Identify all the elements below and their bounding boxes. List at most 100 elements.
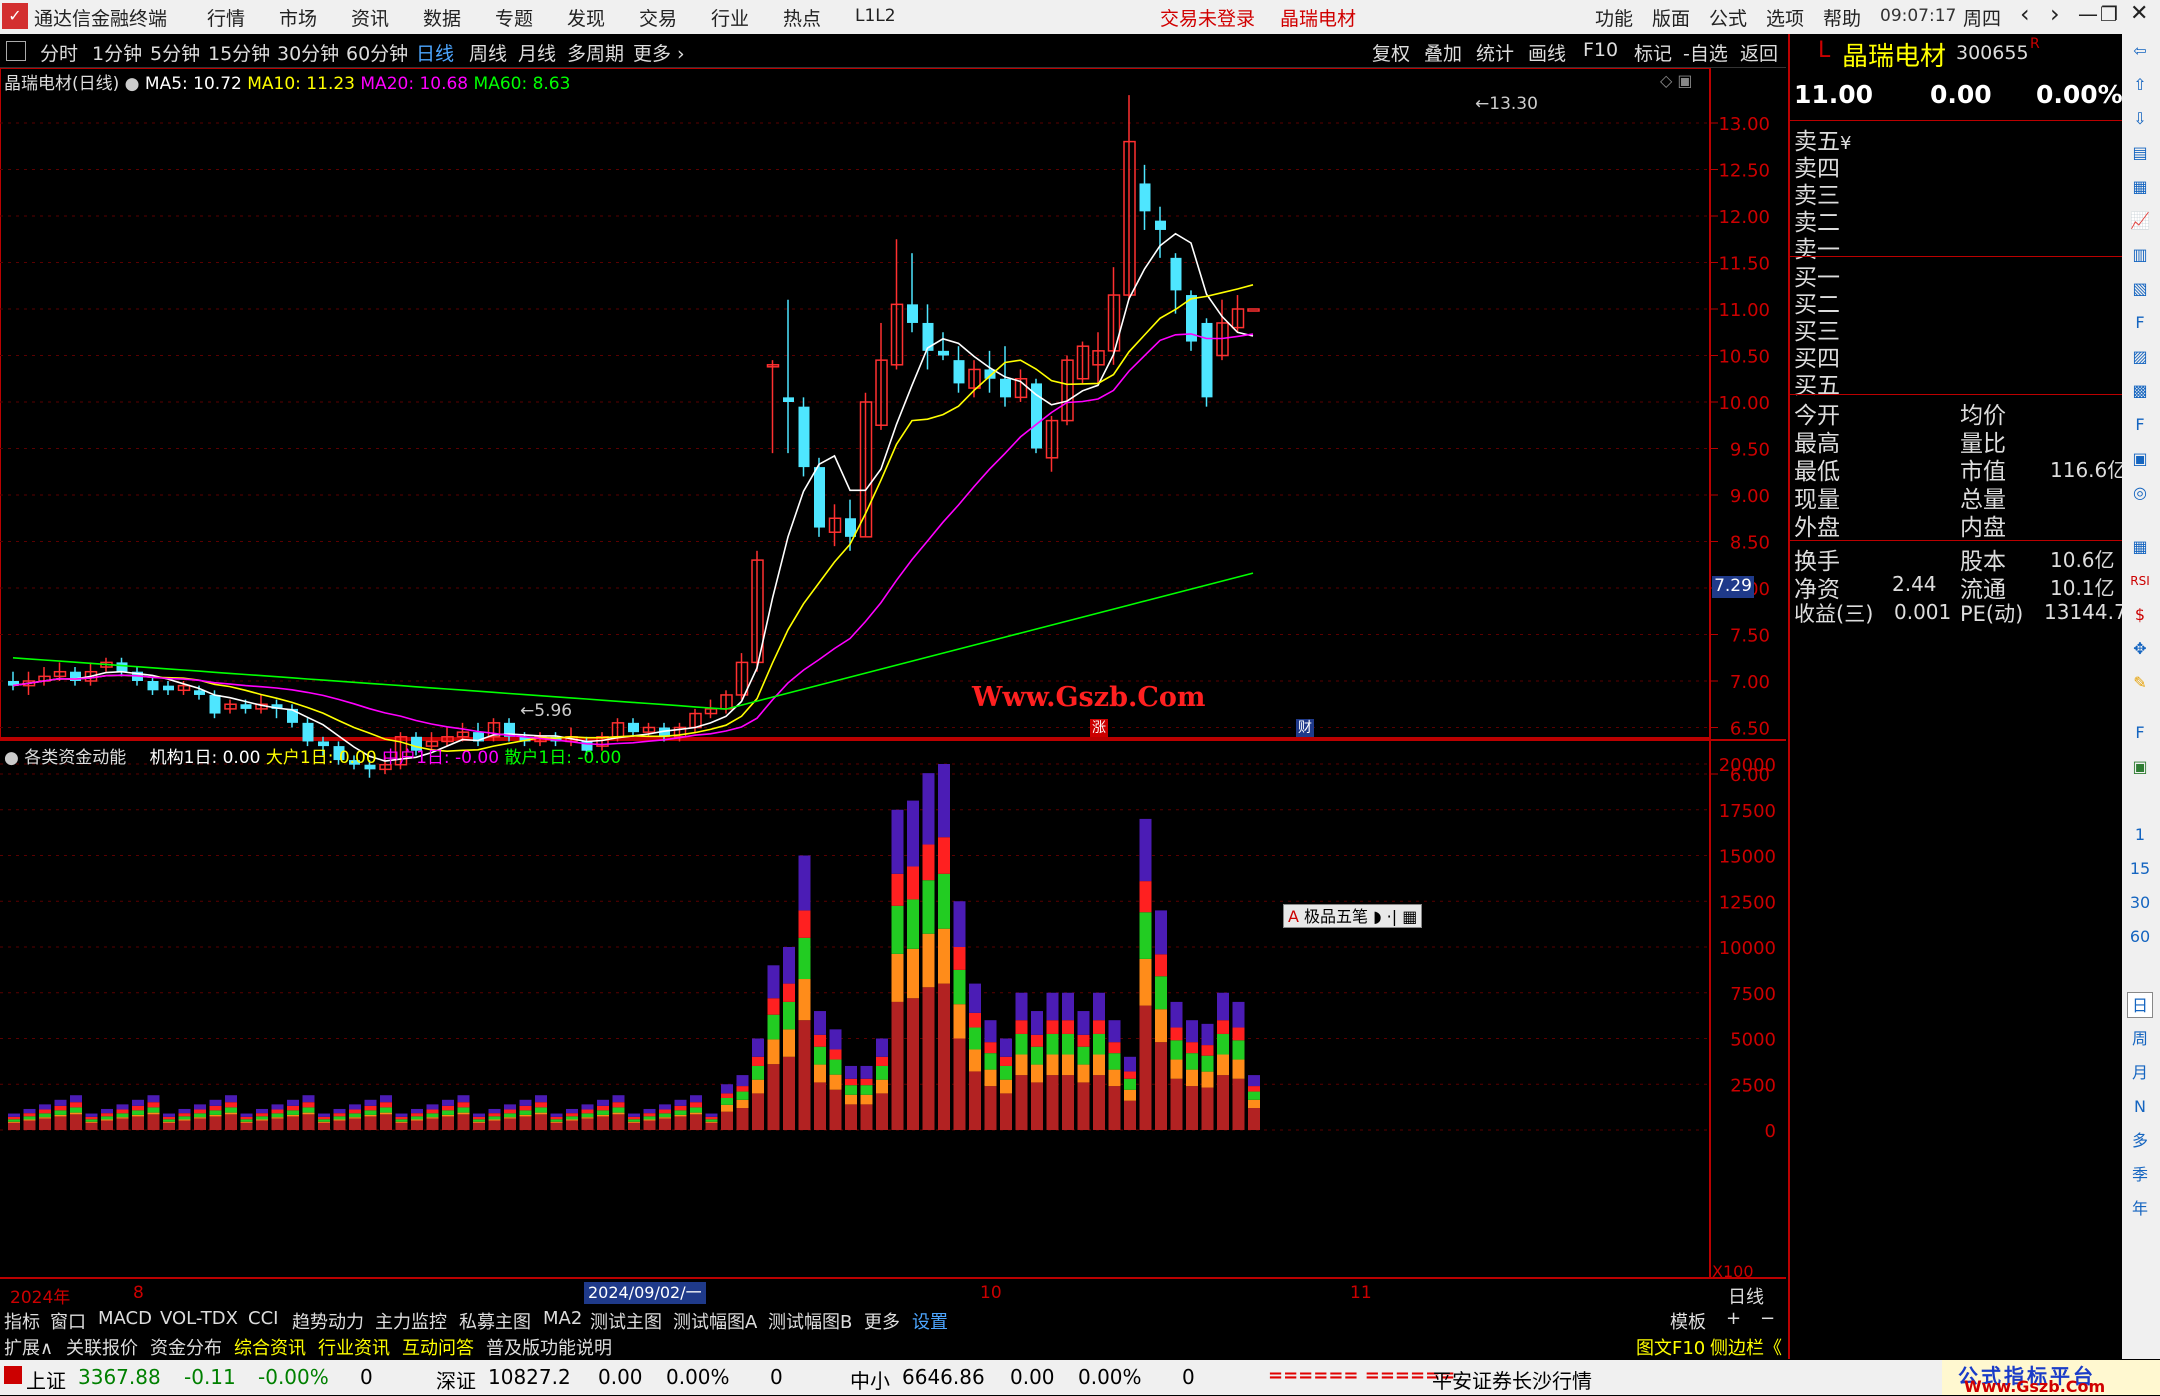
table-icon[interactable]: ▦ (2127, 174, 2153, 200)
ind-tab-5[interactable]: 趋势动力 (292, 1308, 364, 1334)
ind-tab-4[interactable]: CCI (248, 1308, 278, 1329)
period-2[interactable]: 5分钟 (150, 39, 200, 66)
down-arrow-icon[interactable]: ⇩ (2127, 106, 2153, 132)
bag-icon[interactable]: ▣ (2127, 446, 2153, 472)
f10-icon[interactable]: F (2127, 310, 2153, 336)
menu-item-9[interactable]: L1L2 (855, 6, 896, 26)
tool-3[interactable]: 画线 (1528, 39, 1566, 66)
period-3[interactable]: 15分钟 (208, 39, 270, 66)
tool-1[interactable]: 叠加 (1424, 39, 1462, 66)
period-4[interactable]: 30分钟 (277, 39, 339, 66)
side-period-quarter[interactable]: 季 (2127, 1162, 2153, 1188)
btab-3[interactable]: 综合资讯 (234, 1334, 306, 1360)
menu-item-7[interactable]: 行业 (711, 4, 749, 31)
minimize-icon[interactable]: — (2078, 2, 2098, 26)
money-icon[interactable]: $ (2127, 602, 2153, 628)
pencil-icon[interactable]: ✎ (2127, 670, 2153, 696)
ind-tab-9[interactable]: 测试主图 (590, 1308, 662, 1334)
period-7[interactable]: 周线 (469, 39, 507, 66)
ind-tab-8[interactable]: MA2 (543, 1308, 582, 1329)
menu-func[interactable]: 功能 (1595, 4, 1633, 31)
back-arrow-icon[interactable]: ‹ (2020, 0, 2030, 28)
menu-layout[interactable]: 版面 (1652, 4, 1690, 31)
ind-tab-13[interactable]: 设置 (912, 1308, 948, 1334)
btab-2[interactable]: 资金分布 (150, 1334, 222, 1360)
close-icon[interactable]: ✕ (2130, 1, 2148, 26)
side-period-week[interactable]: 周 (2127, 1026, 2153, 1052)
ind-tab-10[interactable]: 测试幅图A (673, 1308, 757, 1334)
menu-item-8[interactable]: 热点 (783, 4, 821, 31)
page-icon[interactable]: ▩ (2127, 378, 2153, 404)
side-period-year[interactable]: 年 (2127, 1196, 2153, 1222)
period-6[interactable]: 日线 (416, 39, 454, 66)
ind-tab-12[interactable]: 更多 (864, 1308, 900, 1334)
period-8[interactable]: 月线 (518, 39, 556, 66)
btab-f10[interactable]: 图文F10 (1636, 1334, 1705, 1360)
menu-item-6[interactable]: 交易 (639, 4, 677, 31)
ind-tab-3[interactable]: VOL-TDX (160, 1308, 238, 1329)
btab-1[interactable]: 关联报价 (66, 1334, 138, 1360)
side-period-multi[interactable]: 多 (2127, 1128, 2153, 1154)
side-period-60[interactable]: 60 (2127, 924, 2153, 950)
up-arrow-icon[interactable]: ⇧ (2127, 72, 2153, 98)
menu-item-1[interactable]: 市场 (279, 4, 317, 31)
fs-icon[interactable]: F (2127, 720, 2153, 746)
side-period-30[interactable]: 30 (2127, 890, 2153, 916)
chart-icon[interactable]: ▦ (2127, 534, 2153, 560)
rsi-icon[interactable]: RSI (2127, 568, 2153, 594)
remove-tab[interactable]: − (1760, 1308, 1775, 1329)
doc-icon[interactable]: ▨ (2127, 344, 2153, 370)
side-period-1[interactable]: 1 (2127, 822, 2153, 848)
ind-tab-11[interactable]: 测试幅图B (768, 1308, 852, 1334)
line-chart-icon[interactable]: 📈 (2127, 208, 2153, 234)
chart-svg[interactable]: 13.00 12.50 12.00 11.50 11.00 10.50 10.00 9.50 9… (0, 67, 1786, 1306)
menu-item-4[interactable]: 专题 (495, 4, 533, 31)
add-tab[interactable]: + (1726, 1308, 1741, 1329)
period-1[interactable]: 1分钟 (92, 39, 142, 66)
btab-6[interactable]: 普及版功能说明 (486, 1334, 612, 1360)
forward-arrow-icon[interactable]: › (2050, 0, 2060, 28)
period-5[interactable]: 60分钟 (346, 39, 408, 66)
menu-item-3[interactable]: 数据 (423, 4, 461, 31)
trade-status[interactable]: 交易未登录 (1160, 4, 1255, 31)
move-icon[interactable]: ✥ (2127, 636, 2153, 662)
sub-settings-dot-icon[interactable]: ● (4, 748, 19, 768)
sh-label[interactable]: 上证 (26, 1365, 66, 1394)
tool-4[interactable]: F10 (1583, 39, 1618, 61)
ind-tab-1[interactable]: 窗口 (50, 1308, 86, 1334)
collapse-icon[interactable]: ⇦ (2127, 38, 2153, 64)
btab-sidebar[interactable]: 侧边栏《 (1710, 1334, 1782, 1360)
tool-5[interactable]: 标记 (1634, 39, 1672, 66)
candle-icon[interactable]: ▥ (2127, 242, 2153, 268)
btab-5[interactable]: 互动问答 (402, 1334, 474, 1360)
side-period-month[interactable]: 月 (2127, 1060, 2153, 1086)
chart-corner-icons[interactable]: ◇ ▣ (1660, 71, 1693, 90)
panel-toggle-icon[interactable] (6, 41, 26, 61)
tool-7[interactable]: 返回 (1740, 39, 1778, 66)
btab-0[interactable]: 扩展∧ (4, 1334, 53, 1360)
btab-4[interactable]: 行业资讯 (318, 1334, 390, 1360)
menu-item-0[interactable]: 行情 (207, 4, 245, 31)
menu-item-5[interactable]: 发现 (567, 4, 605, 31)
template-tab[interactable]: 模板 (1670, 1308, 1706, 1334)
fund-icon[interactable]: F (2127, 412, 2153, 438)
settings-dot-icon[interactable]: ● (125, 74, 140, 94)
ind-tab-7[interactable]: 私募主图 (459, 1308, 531, 1334)
tool-6[interactable]: -自选 (1683, 39, 1728, 66)
news-icon[interactable]: ▧ (2127, 276, 2153, 302)
menu-options[interactable]: 选项 (1766, 4, 1804, 31)
image-icon[interactable]: ▣ (2127, 754, 2153, 780)
report-icon[interactable]: ▤ (2127, 140, 2153, 166)
tool-0[interactable]: 复权 (1372, 39, 1410, 66)
period-0[interactable]: 分时 (40, 39, 78, 66)
sz-label[interactable]: 深证 (436, 1365, 476, 1394)
period-more[interactable]: 更多 › (633, 39, 685, 66)
period-9[interactable]: 多周期 (567, 39, 624, 66)
menu-help[interactable]: 帮助 (1823, 4, 1861, 31)
cycle-icon[interactable]: ◎ (2127, 480, 2153, 506)
ind-tab-0[interactable]: 指标 (4, 1308, 40, 1334)
tool-2[interactable]: 统计 (1476, 39, 1514, 66)
side-period-15[interactable]: 15 (2127, 856, 2153, 882)
side-period-n[interactable]: N (2127, 1094, 2153, 1120)
zx-label[interactable]: 中小 (850, 1365, 890, 1394)
